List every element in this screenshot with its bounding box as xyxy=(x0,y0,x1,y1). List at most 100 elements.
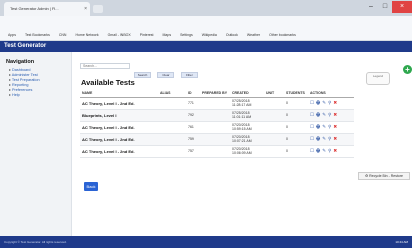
created-time: 11:01:11 AM xyxy=(232,115,252,119)
new-tab-button[interactable] xyxy=(93,5,103,13)
cell-name: AC Theory, Level I - 2nd Ed. xyxy=(80,97,158,110)
bookmark-item[interactable]: Gmail - INBOX xyxy=(108,33,131,37)
view-icon[interactable]: ☐ xyxy=(310,100,314,106)
cell-alias xyxy=(158,145,186,158)
app-header: Test Generator xyxy=(0,41,412,52)
table-row[interactable]: AC Theory, Level I - 2nd Ed. 759 07/20/201… xyxy=(80,133,354,146)
browser-tab[interactable]: Test Generator Admin | Fi... × xyxy=(4,2,90,16)
tests-table-body: AC Theory, Level I - 2nd Ed. 771 07/25/201… xyxy=(80,97,354,158)
search-icon[interactable]: ⚲ xyxy=(328,100,331,106)
cell-unit xyxy=(264,97,284,110)
print-icon[interactable]: 🖶 xyxy=(316,135,320,143)
window-maximize-button[interactable]: □ xyxy=(378,1,392,13)
bookmark-item[interactable]: CNN xyxy=(59,33,67,37)
window-minimize-button[interactable]: – xyxy=(364,1,378,13)
recycle-bin-button[interactable]: ♻ Recycle Bin - Restore xyxy=(358,172,410,180)
bookmark-item[interactable]: Maps xyxy=(163,33,172,37)
edit-icon[interactable]: ✎ xyxy=(322,112,326,118)
view-icon[interactable]: ☐ xyxy=(310,112,314,118)
cell-unit xyxy=(264,121,284,134)
bookmark-item[interactable]: Wikipedia xyxy=(202,33,217,37)
delete-icon[interactable]: ✖ xyxy=(333,136,337,142)
search-button[interactable]: Search xyxy=(134,72,151,78)
back-button[interactable]: Back xyxy=(84,182,98,191)
edit-icon[interactable]: ✎ xyxy=(322,136,326,142)
bookmark-item[interactable]: Outlook xyxy=(226,33,238,37)
bookmark-item[interactable]: Settings xyxy=(180,33,193,37)
created-time: 10:59:15 AM xyxy=(232,127,252,131)
tab-close-icon[interactable]: × xyxy=(84,2,87,16)
cell-actions: ☐ 🖶 ✎ ⚲ ✖ xyxy=(308,97,354,110)
cell-created: 07/25/2018 11:28:17 AM xyxy=(230,97,264,110)
column-header-alias[interactable]: ALIAS xyxy=(158,90,186,98)
search-icon[interactable]: ⚲ xyxy=(328,124,331,130)
print-icon[interactable]: 🖶 xyxy=(316,147,320,155)
tab-title: Test Generator Admin | Fi... xyxy=(10,6,59,11)
search-icon[interactable]: ⚲ xyxy=(328,136,331,142)
cell-alias xyxy=(158,97,186,110)
cell-actions: ☐ 🖶 ✎ ⚲ ✖ xyxy=(308,145,354,158)
sidebar: Navigation Dashboard Administer Test Tes… xyxy=(0,52,72,236)
edit-icon[interactable]: ✎ xyxy=(322,124,326,130)
sidebar-item-help[interactable]: Help xyxy=(9,93,71,98)
delete-icon[interactable]: ✖ xyxy=(333,100,337,106)
print-icon[interactable]: 🖶 xyxy=(316,111,320,119)
search-icon[interactable]: ⚲ xyxy=(328,148,331,154)
address-bar-row: ← → ⟳ ⌂ 🔒 https://testgenerator.org/inde… xyxy=(0,16,412,45)
bookmark-item[interactable]: Weather xyxy=(247,33,260,37)
bookmark-item[interactable]: Home Network xyxy=(75,33,98,37)
cell-actions: ☐ 🖶 ✎ ⚲ ✖ xyxy=(308,121,354,134)
table-row[interactable]: AC Theory, Level I - 2nd Ed. 761 07/20/201… xyxy=(80,121,354,134)
delete-icon[interactable]: ✖ xyxy=(333,124,337,130)
cell-students: 0 xyxy=(284,97,308,110)
column-header-id[interactable]: ID xyxy=(186,90,200,98)
add-test-button[interactable]: + xyxy=(403,65,412,74)
cell-id: 757 xyxy=(186,145,200,158)
delete-icon[interactable]: ✖ xyxy=(333,112,337,118)
cell-id: 792 xyxy=(186,109,200,122)
clear-button[interactable]: Clear xyxy=(157,72,175,78)
cell-prepared-by xyxy=(200,145,230,158)
cell-actions: ☐ 🖶 ✎ ⚲ ✖ xyxy=(308,133,354,146)
table-row[interactable]: Blueprints, Level I 792 07/25/2018 11:01:11… xyxy=(80,109,354,122)
cell-name: AC Theory, Level I - 2nd Ed. xyxy=(80,145,158,158)
cell-prepared-by xyxy=(200,121,230,134)
bookmark-item[interactable]: Pinterest xyxy=(140,33,154,37)
footer-copyright: Copyright © Test Generator. All rights r… xyxy=(4,240,67,244)
bookmark-item[interactable]: Other bookmarks xyxy=(269,33,296,37)
column-header-created[interactable]: CREATED xyxy=(230,90,264,98)
cell-id: 759 xyxy=(186,133,200,146)
cell-created: 07/20/2018 10:07:21 AM xyxy=(230,133,264,146)
cell-students: 0 xyxy=(284,145,308,158)
edit-icon[interactable]: ✎ xyxy=(322,148,326,154)
delete-icon[interactable]: ✖ xyxy=(333,148,337,154)
view-icon[interactable]: ☐ xyxy=(310,148,314,154)
app-title: Test Generator xyxy=(4,43,47,49)
print-icon[interactable]: 🖶 xyxy=(316,123,320,131)
created-time: 10:06:09 AM xyxy=(232,151,252,155)
view-icon[interactable]: ☐ xyxy=(310,136,314,142)
print-icon[interactable]: 🖶 xyxy=(316,99,320,107)
search-input[interactable] xyxy=(80,63,130,69)
cell-prepared-by xyxy=(200,109,230,122)
created-time: 11:28:17 AM xyxy=(232,103,252,107)
cell-id: 761 xyxy=(186,121,200,134)
bookmark-item[interactable]: Test Bookmarks xyxy=(25,33,50,37)
column-header-students[interactable]: STUDENTS xyxy=(284,90,308,98)
filter-button[interactable]: Filter xyxy=(180,72,198,78)
view-icon[interactable]: ☐ xyxy=(310,124,314,130)
window-close-button[interactable]: × xyxy=(392,1,412,13)
cell-alias xyxy=(158,109,186,122)
bookmark-item[interactable]: Apps xyxy=(8,33,16,37)
column-header-unit[interactable]: UNIT xyxy=(264,90,284,98)
table-row[interactable]: AC Theory, Level I - 2nd Ed. 757 07/20/201… xyxy=(80,145,354,158)
sidebar-nav: Dashboard Administer Test Test Preparati… xyxy=(9,68,71,98)
edit-icon[interactable]: ✎ xyxy=(322,100,326,106)
table-header-row: NAME ALIAS ID PREPARED BY CREATED UNIT S… xyxy=(80,90,354,98)
column-header-prepared-by[interactable]: PREPARED BY xyxy=(200,90,230,98)
tests-table: NAME ALIAS ID PREPARED BY CREATED UNIT S… xyxy=(80,90,354,158)
column-header-name[interactable]: NAME xyxy=(80,90,158,98)
search-icon[interactable]: ⚲ xyxy=(328,112,331,118)
table-row[interactable]: AC Theory, Level I - 2nd Ed. 771 07/25/201… xyxy=(80,97,354,110)
cell-students: 0 xyxy=(284,133,308,146)
